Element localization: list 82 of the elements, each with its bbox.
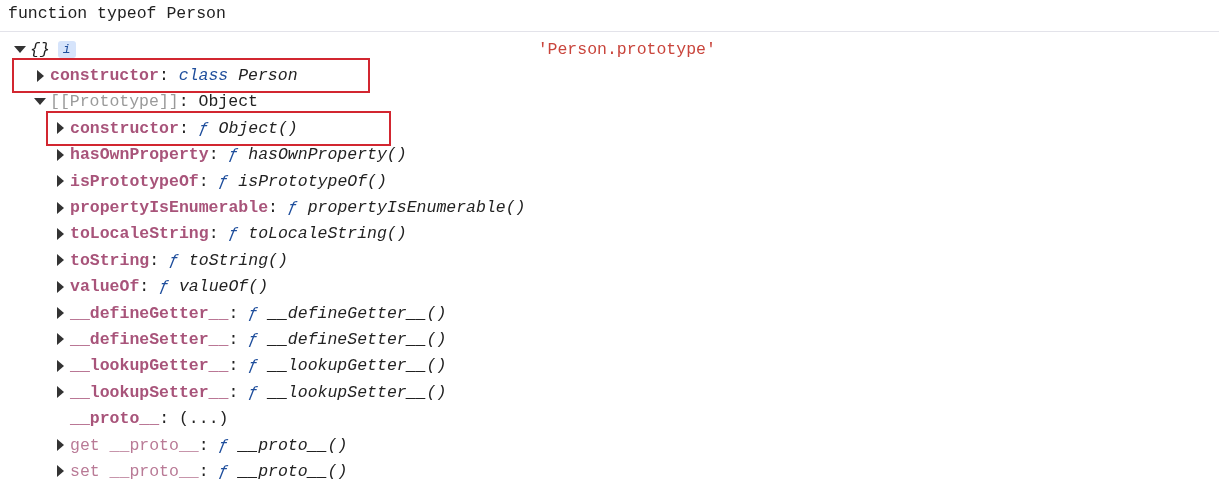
property-key: __proto__: [70, 409, 160, 429]
property-key: constructor: [70, 118, 179, 138]
property-value: {}: [30, 39, 50, 59]
collapsed-triangle-icon[interactable]: [56, 122, 64, 135]
collapsed-triangle-icon[interactable]: [56, 227, 64, 240]
value-type: ƒ: [248, 330, 259, 349]
value-type: ƒ: [228, 224, 239, 244]
collapsed-triangle-icon[interactable]: [56, 175, 64, 188]
info-badge[interactable]: i: [57, 40, 76, 58]
collapsed-triangle-icon[interactable]: [56, 333, 64, 346]
value-type: ƒ: [218, 435, 229, 455]
expanded-triangle-icon[interactable]: [14, 45, 26, 53]
property-key: toLocaleString: [70, 224, 209, 244]
collapsed-triangle-icon[interactable]: [56, 386, 64, 399]
colon: :: [228, 303, 239, 323]
property-value: __proto__(): [238, 435, 348, 455]
property-value: __defineSetter__(): [268, 330, 447, 349]
collapsed-triangle-icon[interactable]: [56, 254, 64, 267]
property-key: hasOwnProperty: [70, 145, 209, 165]
colon: :: [158, 66, 169, 86]
property-value: __proto__(): [238, 461, 348, 481]
property-key: propertyIsEnumerable: [70, 198, 269, 218]
colon: :: [198, 461, 209, 481]
value-type: ƒ: [169, 250, 179, 270]
value-type: class: [178, 66, 229, 86]
colon: :: [139, 277, 150, 297]
property-key: toString: [70, 250, 150, 270]
property-value: Object: [198, 92, 258, 112]
collapsed-triangle-icon[interactable]: [56, 439, 64, 452]
colon: :: [268, 198, 278, 218]
console-log-line: function typeof Person: [0, 0, 1219, 32]
collapsed-triangle-icon[interactable]: [56, 465, 64, 478]
property-value: __lookupSetter__(): [268, 382, 447, 402]
colon: :: [149, 250, 160, 270]
property-key: constructor: [50, 66, 159, 86]
value-type: ƒ: [228, 145, 239, 165]
colon: :: [178, 118, 189, 138]
property-key: __defineGetter__: [70, 303, 229, 323]
value-type: ƒ: [287, 198, 298, 218]
property-key: __lookupSetter__: [70, 382, 229, 402]
property-key: get __proto__: [70, 435, 199, 455]
property-value: hasOwnProperty(): [248, 145, 407, 165]
value-type: ƒ: [218, 171, 229, 191]
collapsed-triangle-icon[interactable]: [56, 280, 64, 293]
property-value: isPrototypeOf(): [238, 171, 387, 191]
property-key: [[Prototype]]: [50, 92, 179, 112]
collapsed-triangle-icon[interactable]: [36, 69, 44, 82]
collapsed-triangle-icon[interactable]: [56, 359, 64, 372]
property-value: toString(): [188, 250, 288, 270]
colon: :: [159, 409, 170, 429]
property-key: valueOf: [70, 277, 140, 297]
expanded-triangle-icon[interactable]: [34, 98, 46, 106]
property-key: __lookupGetter__: [70, 356, 229, 376]
property-key: __defineSetter__: [70, 330, 229, 349]
property-value: (...): [178, 409, 229, 429]
colon: :: [228, 356, 239, 376]
property-value: valueOf(): [178, 277, 269, 297]
value-type: ƒ: [159, 277, 170, 297]
value-type: ƒ: [248, 303, 259, 323]
colon: :: [178, 92, 189, 112]
value-type: ƒ: [248, 356, 259, 376]
colon: :: [228, 330, 239, 349]
value-type: ƒ: [198, 118, 209, 138]
value-type: ƒ: [248, 382, 259, 402]
property-value: __lookupGetter__(): [268, 356, 447, 376]
property-value: __defineGetter__(): [268, 303, 447, 323]
property-value: Object(): [218, 118, 298, 138]
collapsed-triangle-icon[interactable]: [56, 307, 64, 320]
collapsed-triangle-icon[interactable]: [56, 201, 64, 214]
property-value: propertyIsEnumerable(): [307, 198, 526, 218]
colon: :: [198, 435, 209, 455]
colon: :: [198, 171, 209, 191]
property-key: isPrototypeOf: [70, 171, 199, 191]
colon: :: [208, 145, 219, 165]
colon: :: [228, 382, 239, 402]
value-type: ƒ: [218, 461, 229, 481]
colon: :: [208, 224, 219, 244]
annotation-text: 'Person.prototype': [537, 39, 716, 59]
property-value: Person: [238, 66, 298, 86]
property-key: set __proto__: [70, 461, 199, 481]
collapsed-triangle-icon[interactable]: [56, 148, 64, 161]
property-value: toLocaleString(): [248, 224, 407, 244]
